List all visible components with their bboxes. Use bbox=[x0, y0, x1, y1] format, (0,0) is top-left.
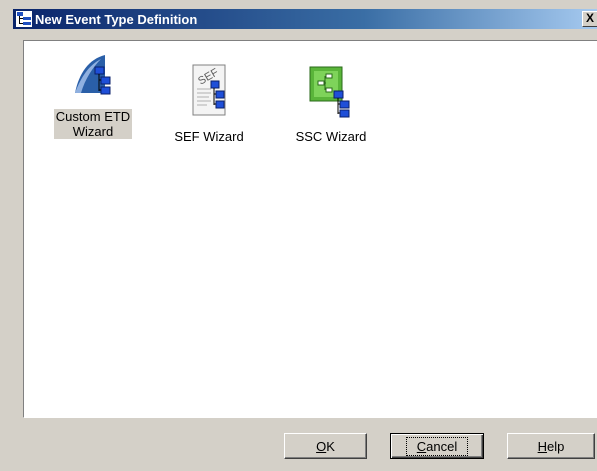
wizard-item-custom-etd[interactable]: Custom ETD Wizard bbox=[48, 53, 138, 139]
dialog-window: New Event Type Definition X Custom ETD W… bbox=[0, 0, 597, 471]
sef-wizard-icon: SEF bbox=[192, 64, 226, 116]
help-button[interactable]: Help bbox=[507, 433, 595, 459]
cancel-button[interactable]: Cancel bbox=[390, 433, 484, 459]
ssc-wizard-icon bbox=[309, 66, 350, 118]
close-button[interactable]: X bbox=[582, 11, 597, 27]
event-type-icon bbox=[16, 11, 32, 27]
ok-button[interactable]: OK bbox=[284, 433, 367, 459]
window-title: New Event Type Definition bbox=[35, 11, 198, 27]
wizard-list: Custom ETD Wizard SEF SEF Wizard SSC Wiz… bbox=[23, 40, 597, 418]
cancel-focus-rect: Cancel bbox=[405, 436, 469, 456]
wizard-label-custom-etd: Custom ETD Wizard bbox=[53, 109, 133, 139]
wizard-item-ssc[interactable]: SSC Wizard bbox=[286, 65, 376, 144]
wizard-item-sef[interactable]: SEF SEF Wizard bbox=[164, 63, 254, 144]
title-bar[interactable]: New Event Type Definition X bbox=[13, 9, 597, 29]
custom-etd-wizard-icon bbox=[75, 55, 111, 95]
wizard-label-sef: SEF Wizard bbox=[174, 129, 244, 144]
wizard-label-ssc: SSC Wizard bbox=[295, 129, 367, 144]
